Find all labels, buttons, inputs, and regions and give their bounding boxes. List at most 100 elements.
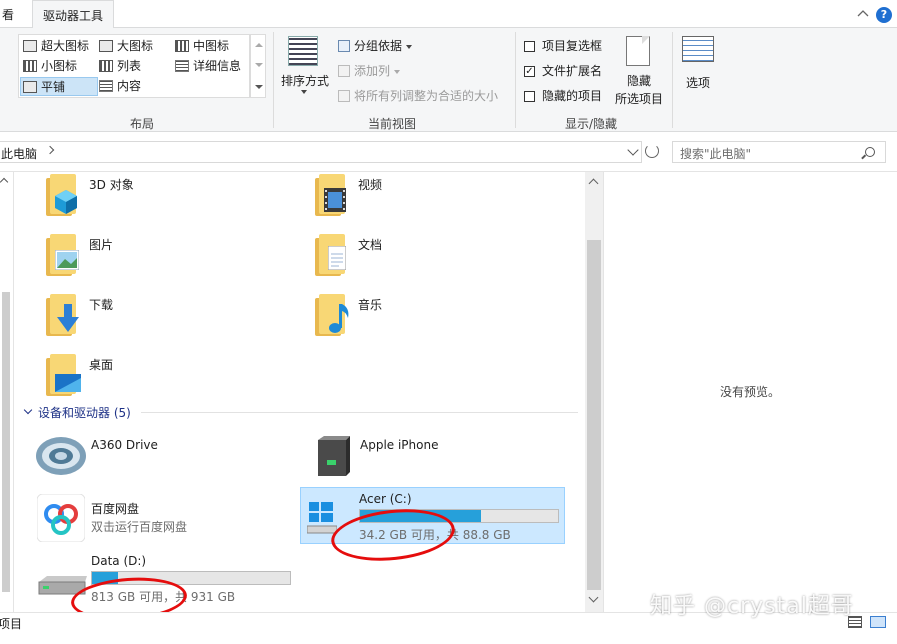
folder-pictures-icon xyxy=(43,234,79,276)
scroll-up-icon[interactable] xyxy=(588,178,599,189)
tab-drive-tools[interactable]: 驱动器工具 xyxy=(32,0,115,29)
hide-selected-icon xyxy=(626,36,650,66)
address-bar[interactable]: 此电脑 xyxy=(0,141,642,163)
layout-item-label: 超大图标 xyxy=(41,39,90,53)
item-checkboxes-toggle[interactable]: 项目复选框 xyxy=(524,36,602,56)
refresh-icon[interactable] xyxy=(645,144,659,158)
folder-videos[interactable]: 视频 xyxy=(312,174,532,218)
medium-icons-icon xyxy=(175,40,189,52)
folder-desktop[interactable]: 桌面 xyxy=(43,354,263,398)
device-apple-iphone[interactable]: Apple iPhone xyxy=(310,434,550,482)
status-item-count: 项目 xyxy=(0,617,23,631)
breadcrumb-this-pc[interactable]: 此电脑 xyxy=(1,145,37,162)
sort-label: 排序方式 xyxy=(280,74,329,88)
layout-extra-large-icons[interactable]: 超大图标 xyxy=(21,37,89,56)
tab-view[interactable]: 看 xyxy=(0,0,24,28)
folder-desktop-icon xyxy=(43,354,81,396)
layout-item-label: 列表 xyxy=(117,59,142,73)
help-icon[interactable]: ? xyxy=(876,7,892,23)
vertical-scrollbar[interactable] xyxy=(585,172,603,612)
folder-pictures[interactable]: 图片 xyxy=(43,234,263,278)
item-label: Acer (C:) xyxy=(359,492,412,506)
file-extensions-toggle[interactable]: ✓ 文件扩展名 xyxy=(524,61,602,81)
layout-item-label: 详细信息 xyxy=(193,59,242,73)
layout-content[interactable]: 内容 xyxy=(97,77,141,96)
ribbon-tab-bar: 看 驱动器工具 ? xyxy=(0,0,897,29)
file-list: 3D 对象 视频 图片 文档 下载 音乐 桌面 设备和驱动器 (5) A360 … xyxy=(15,172,585,612)
collapse-ribbon-icon[interactable] xyxy=(857,8,869,20)
windows-drive-icon xyxy=(307,502,337,534)
layout-gallery-scroll[interactable] xyxy=(250,34,266,98)
checkbox-label: 项目复选框 xyxy=(542,39,603,53)
item-label: 图片 xyxy=(89,238,114,252)
folder-documents[interactable]: 文档 xyxy=(312,234,532,278)
search-input[interactable]: 搜索"此电脑" xyxy=(672,141,886,163)
scroll-down-icon[interactable] xyxy=(588,592,599,603)
group-by-button[interactable]: 分组依据 xyxy=(338,36,413,56)
group-by-icon xyxy=(338,40,350,52)
layout-list[interactable]: 列表 xyxy=(97,57,141,76)
navigation-pane xyxy=(0,172,14,612)
folder-music[interactable]: 音乐 xyxy=(312,294,532,338)
layout-large-icons[interactable]: 大图标 xyxy=(97,37,153,56)
sort-dropdown-icon xyxy=(301,90,307,94)
layout-item-label: 中图标 xyxy=(193,39,230,53)
item-label: 桌面 xyxy=(89,358,114,372)
chevron-down-icon[interactable] xyxy=(627,144,639,156)
dropdown-icon xyxy=(406,44,413,49)
gallery-expand-icon[interactable] xyxy=(255,85,263,89)
chevron-right-icon[interactable] xyxy=(45,145,55,155)
details-icon xyxy=(175,60,189,72)
item-subtitle: 双击运行百度网盘 xyxy=(91,520,188,534)
gallery-down-icon[interactable] xyxy=(255,63,263,67)
layout-small-icons[interactable]: 小图标 xyxy=(21,57,77,76)
checkbox-label: 隐藏的项目 xyxy=(542,89,603,103)
layout-details[interactable]: 详细信息 xyxy=(173,57,241,76)
folder-downloads[interactable]: 下载 xyxy=(43,294,263,338)
options-button[interactable]: 选项 xyxy=(678,34,718,112)
item-label: 音乐 xyxy=(358,298,383,312)
checkbox-item-checkboxes[interactable] xyxy=(524,41,535,52)
iphone-device-icon xyxy=(318,436,350,476)
add-column-label: 添加列 xyxy=(354,64,391,78)
layout-gallery: 超大图标 大图标 中图标 小图标 列表 详细信息 平铺 内容 xyxy=(18,34,250,98)
hidden-items-toggle[interactable]: 隐藏的项目 xyxy=(524,86,602,106)
content-icon xyxy=(99,80,113,92)
small-icons-icon xyxy=(23,60,37,72)
extra-large-icons-icon xyxy=(23,40,37,52)
item-label: A360 Drive xyxy=(91,438,158,452)
fit-columns-label: 将所有列调整为合适的大小 xyxy=(354,89,499,103)
layout-medium-icons[interactable]: 中图标 xyxy=(173,37,229,56)
folder-3d-icon xyxy=(43,174,79,216)
folder-3d-objects[interactable]: 3D 对象 xyxy=(43,174,263,218)
scrollbar-thumb[interactable] xyxy=(587,240,601,590)
add-column-button[interactable]: 添加列 xyxy=(338,61,401,81)
nav-scrollbar-thumb[interactable] xyxy=(2,292,10,592)
device-a360-drive[interactable]: A360 Drive xyxy=(35,434,275,482)
nav-scroll-up-icon[interactable] xyxy=(0,177,9,187)
tiles-view-icon[interactable] xyxy=(870,616,886,628)
hide-selected-button[interactable]: 隐藏 所选项目 xyxy=(612,34,666,112)
fit-columns-button[interactable]: 将所有列调整为合适的大小 xyxy=(338,86,498,106)
hide-selected-label: 所选项目 xyxy=(614,92,663,106)
checkbox-file-extensions[interactable]: ✓ xyxy=(524,66,535,77)
layout-item-label: 内容 xyxy=(117,79,142,93)
sort-by-button[interactable]: 排序方式 xyxy=(278,34,332,112)
item-label: 百度网盘 xyxy=(91,502,140,516)
a360-drive-icon xyxy=(36,437,86,475)
section-collapse-icon[interactable] xyxy=(23,405,33,415)
device-baidu-netdisk[interactable]: 百度网盘 双击运行百度网盘 xyxy=(35,494,275,542)
checkbox-hidden-items[interactable] xyxy=(524,91,535,102)
section-divider xyxy=(141,412,578,413)
large-icons-icon xyxy=(99,40,113,52)
search-placeholder: 搜索"此电脑" xyxy=(680,147,752,161)
search-icon[interactable] xyxy=(865,147,875,157)
group-label-layout: 布局 xyxy=(130,117,155,131)
section-title: 设备和驱动器 (5) xyxy=(38,406,131,420)
list-icon xyxy=(99,60,113,72)
item-label: Data (D:) xyxy=(91,554,147,568)
group-divider xyxy=(672,32,673,128)
gallery-up-icon[interactable] xyxy=(255,43,263,47)
layout-tiles[interactable]: 平铺 xyxy=(20,77,98,96)
devices-section-header[interactable]: 设备和驱动器 (5) xyxy=(23,404,578,420)
